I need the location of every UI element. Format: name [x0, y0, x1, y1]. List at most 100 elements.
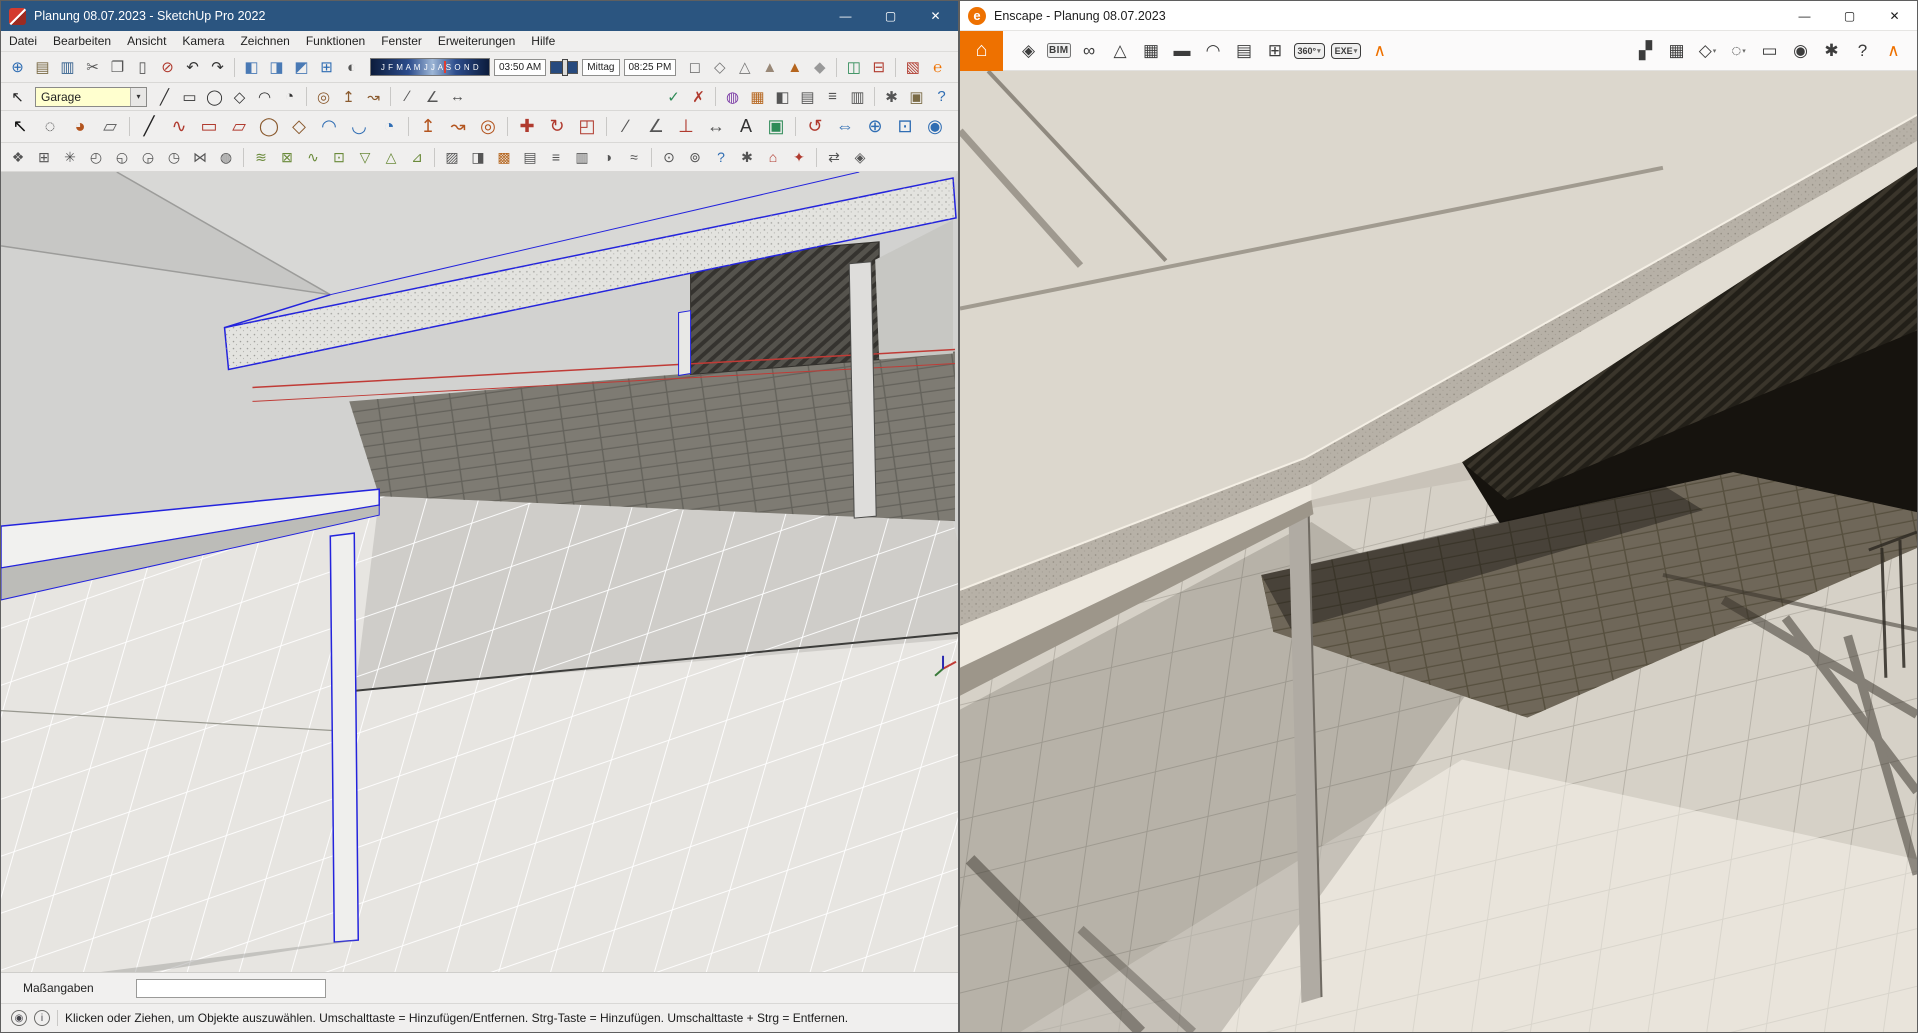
select-icon[interactable]: ↖: [5, 113, 35, 141]
iso-view-icon[interactable]: ◩: [289, 55, 314, 79]
custom-assets-icon[interactable]: ◇▾: [1692, 36, 1723, 66]
sandbox-from-contours-icon[interactable]: ≋: [248, 145, 274, 169]
follow-me-icon[interactable]: ↝: [443, 113, 473, 141]
minimize-button[interactable]: —: [823, 1, 868, 31]
solid-trim-icon[interactable]: ◶: [135, 145, 161, 169]
component-icon[interactable]: ❖: [5, 145, 31, 169]
rotate-icon[interactable]: ↻: [542, 113, 572, 141]
follow-me-icon[interactable]: ↝: [361, 85, 386, 109]
metrics-icon[interactable]: ▦: [1136, 36, 1167, 66]
preferences-icon[interactable]: ✱: [879, 85, 904, 109]
enscape-sync-icon[interactable]: ℮: [925, 55, 950, 79]
tags-icon[interactable]: ▤: [795, 85, 820, 109]
maximize-button[interactable]: ▢: [868, 1, 913, 31]
zoom-extents-icon[interactable]: ⊡: [890, 113, 920, 141]
outliner-icon[interactable]: ≡: [543, 145, 569, 169]
safe-frame-icon[interactable]: △: [1105, 36, 1136, 66]
redo-icon[interactable]: ↷: [205, 55, 230, 79]
help-icon[interactable]: ?: [1847, 36, 1878, 66]
shadow-time-slider[interactable]: [550, 61, 578, 74]
dimensions-icon[interactable]: ↔: [701, 113, 731, 141]
arc-icon[interactable]: ◠: [314, 113, 344, 141]
styles-icon[interactable]: ◨: [465, 145, 491, 169]
visual-settings-icon[interactable]: ✱: [1816, 36, 1847, 66]
license-status-icon[interactable]: ◉: [11, 1010, 27, 1026]
zoom-icon[interactable]: ⊕: [860, 113, 890, 141]
shadow-dialog-icon[interactable]: ◐: [339, 55, 364, 79]
rectangle-icon[interactable]: ▭: [194, 113, 224, 141]
styles-icon[interactable]: ◧: [770, 85, 795, 109]
freehand-icon[interactable]: ∿: [164, 113, 194, 141]
entity-info-icon[interactable]: ⊚: [682, 145, 708, 169]
line-icon[interactable]: ╱: [134, 113, 164, 141]
circle-icon[interactable]: ◯: [202, 85, 227, 109]
hidden-line-icon[interactable]: △: [732, 55, 757, 79]
paste-icon[interactable]: ▯: [130, 55, 155, 79]
video-editor-icon[interactable]: ▬: [1167, 36, 1198, 66]
stamp-icon[interactable]: ⊡: [326, 145, 352, 169]
group-icon[interactable]: ⊞: [31, 145, 57, 169]
menu-funktionen[interactable]: Funktionen: [298, 32, 373, 50]
circle-icon[interactable]: ◯: [254, 113, 284, 141]
enscape-render-canvas[interactable]: [960, 71, 1917, 1032]
text-icon[interactable]: A: [731, 113, 761, 141]
chevron-down-icon[interactable]: ▾: [130, 88, 146, 106]
add-detail-icon[interactable]: △: [378, 145, 404, 169]
enscape-viewport[interactable]: [960, 71, 1917, 1032]
close-button[interactable]: ✕: [913, 1, 958, 31]
preferences-icon[interactable]: ✱: [734, 145, 760, 169]
materials-icon[interactable]: ▩: [491, 145, 517, 169]
3d-warehouse-icon[interactable]: ⌂: [760, 145, 786, 169]
tape-measure-icon[interactable]: ∕: [611, 113, 641, 141]
scenes-icon[interactable]: ▥: [845, 85, 870, 109]
undo-icon[interactable]: ↶: [180, 55, 205, 79]
sandbox-from-scratch-icon[interactable]: ⊠: [274, 145, 300, 169]
sound-sources-icon[interactable]: ◌▾: [1723, 36, 1754, 66]
enscape-titlebar[interactable]: e Enscape - Planung 08.07.2023 — ▢ ✕: [960, 1, 1917, 31]
menu-fenster[interactable]: Fenster: [373, 32, 430, 50]
solid-split-icon[interactable]: ⋈: [187, 145, 213, 169]
shadow-time-from[interactable]: 03:50 AM: [494, 59, 546, 76]
copy-icon[interactable]: ❐: [105, 55, 130, 79]
extension-warehouse-icon[interactable]: ✦: [786, 145, 812, 169]
close-button[interactable]: ✕: [1872, 1, 1917, 30]
rectangle-icon[interactable]: ▭: [177, 85, 202, 109]
solid-intersect-icon[interactable]: ◷: [161, 145, 187, 169]
cancel-icon[interactable]: ✗: [686, 85, 711, 109]
shadow-months-slider[interactable]: J F M A M J J A S O N D: [370, 58, 490, 76]
front-post-selected[interactable]: [330, 533, 358, 942]
two-point-arc-icon[interactable]: ◡: [344, 113, 374, 141]
materials-icon[interactable]: ▦: [745, 85, 770, 109]
solid-subtract-icon[interactable]: ◵: [109, 145, 135, 169]
sketchup-viewport[interactable]: [1, 172, 958, 972]
confirm-icon[interactable]: ✓: [661, 85, 686, 109]
menu-kamera[interactable]: Kamera: [174, 32, 232, 50]
protractor-icon[interactable]: ∠: [420, 85, 445, 109]
top-view-icon[interactable]: ◧: [239, 55, 264, 79]
mid-post[interactable]: [679, 311, 691, 376]
web-standalone-icon[interactable]: 360°▾: [1294, 43, 1325, 59]
home-button[interactable]: ⌂: [960, 31, 1003, 71]
eraser-icon[interactable]: ▱: [95, 113, 125, 141]
match-photo-icon[interactable]: ▨: [439, 145, 465, 169]
bim-mode-icon[interactable]: BIM: [1047, 43, 1071, 58]
x-ray-icon[interactable]: ◻: [682, 55, 707, 79]
fog-icon[interactable]: ≈: [621, 145, 647, 169]
rotated-rectangle-icon[interactable]: ▱: [224, 113, 254, 141]
front-view-icon[interactable]: ◨: [264, 55, 289, 79]
zoom-window-icon[interactable]: ⊞: [314, 55, 339, 79]
instructor-icon[interactable]: ?: [708, 145, 734, 169]
batch-render-icon[interactable]: ⊞: [1260, 36, 1291, 66]
send-to-layout-icon[interactable]: ▧: [900, 55, 925, 79]
lasso-icon[interactable]: ◌: [35, 113, 65, 141]
open-icon[interactable]: ▤: [30, 55, 55, 79]
section-cut-icon[interactable]: ⊟: [866, 55, 891, 79]
pie-icon[interactable]: ◔: [277, 85, 302, 109]
exe-standalone-icon[interactable]: EXE▾: [1331, 43, 1362, 59]
tape-measure-icon[interactable]: ∕: [395, 85, 420, 109]
cut-icon[interactable]: ✂: [80, 55, 105, 79]
solid-inspector-icon[interactable]: ◈: [847, 145, 873, 169]
folder-icon[interactable]: ▣: [904, 85, 929, 109]
pan-icon[interactable]: ⇔: [830, 113, 860, 141]
push-pull-icon[interactable]: ↥: [413, 113, 443, 141]
